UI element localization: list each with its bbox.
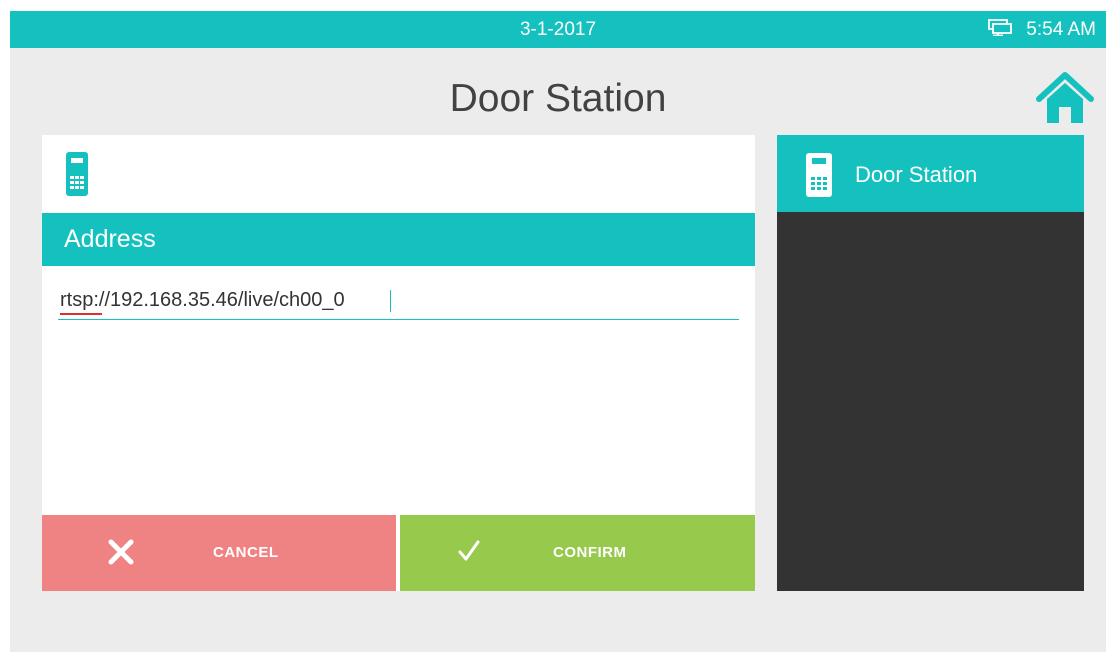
confirm-label: CONFIRM	[553, 544, 627, 561]
address-input[interactable]	[58, 283, 741, 317]
home-button[interactable]	[1035, 71, 1095, 127]
device-list-panel: Door Station	[777, 135, 1084, 591]
spellcheck-underline	[60, 313, 102, 315]
status-date: 3-1-2017	[519, 19, 597, 40]
device-item-label: Door Station	[855, 162, 978, 187]
home-icon	[1036, 72, 1094, 123]
network-icon	[986, 18, 1013, 42]
cancel-button[interactable]: CANCEL	[42, 515, 396, 591]
close-icon	[108, 539, 134, 570]
address-field[interactable]	[58, 283, 741, 320]
app-screen: 3-1-2017 5:54 AM Door Station Address rt…	[10, 11, 1106, 652]
address-label: Address	[64, 225, 156, 253]
door-station-icon	[806, 153, 832, 202]
confirm-button[interactable]: CONFIRM	[400, 515, 755, 591]
page-title: Door Station	[449, 77, 667, 120]
address-section-header: Address	[42, 213, 755, 266]
door-station-icon	[66, 152, 88, 201]
status-bar: 3-1-2017 5:54 AM	[10, 11, 1106, 48]
check-icon	[458, 539, 480, 568]
text-cursor	[390, 290, 391, 312]
status-time: 5:54 AM	[1026, 18, 1096, 40]
cancel-label: CANCEL	[213, 544, 279, 561]
device-item-door-station[interactable]: Door Station	[777, 135, 1084, 212]
status-right: 5:54 AM	[986, 11, 1096, 48]
address-editor-panel: Address CANCEL CONFIRM	[42, 135, 755, 591]
